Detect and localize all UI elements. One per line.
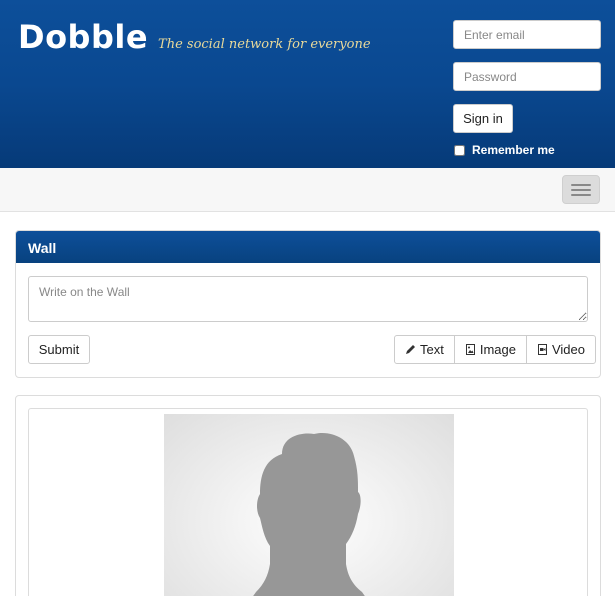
remember-me-label: Remember me [472,143,555,157]
hamburger-menu-button[interactable] [562,175,600,204]
remember-me[interactable]: Remember me [453,143,601,157]
hamburger-icon [571,183,591,186]
text-post-button[interactable]: Text [394,335,455,364]
image-post-label: Image [479,342,516,357]
pencil-icon [405,344,416,355]
video-post-label: Video [551,342,585,357]
submit-button[interactable]: Submit [28,335,90,364]
avatar [164,414,454,596]
password-input[interactable] [453,62,601,91]
hamburger-icon [571,188,591,191]
email-input[interactable] [453,20,601,49]
login-form: Sign in Remember me [453,20,601,157]
text-post-label: Text [420,342,444,357]
hamburger-icon [571,193,591,196]
site-header: Dobble The social network for everyone S… [0,0,615,168]
navbar [0,168,615,212]
sign-in-button[interactable]: Sign in [453,104,513,133]
image-file-icon [465,344,476,355]
remember-me-checkbox[interactable] [454,144,465,156]
brand-tagline: The social network for everyone [158,37,371,52]
wall-heading: Wall [16,231,600,263]
post-type-button-group: Text Image Video [394,335,596,364]
default-user-silhouette-icon [253,433,365,596]
brand-logo[interactable]: Dobble [18,18,148,56]
post-panel [15,395,601,596]
video-post-button[interactable]: Video [525,335,596,364]
post-card [28,408,588,596]
wall-panel: Wall Submit Text Image Video [15,230,601,378]
video-file-icon [537,344,548,355]
image-post-button[interactable]: Image [453,335,527,364]
wall-post-input[interactable] [28,276,588,322]
brand: Dobble The social network for everyone [18,18,371,56]
